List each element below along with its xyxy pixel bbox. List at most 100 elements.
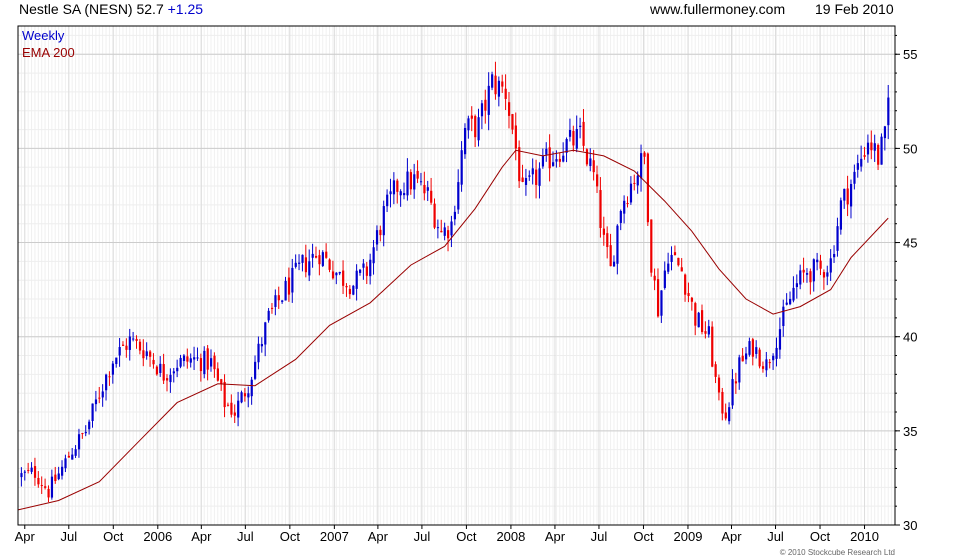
candle-body: [355, 270, 358, 289]
candle-body: [667, 263, 670, 272]
candle: [809, 268, 812, 295]
candle-body: [745, 353, 748, 360]
legend-weekly: Weekly: [22, 28, 65, 43]
candle-body: [700, 310, 704, 333]
candle-body: [690, 297, 694, 302]
candle-body: [98, 397, 101, 399]
candle: [887, 84, 890, 140]
candle-body: [880, 136, 883, 165]
candle-body: [772, 355, 775, 361]
candlestick-chart: 303540455055 Apr Jul Oct 2006 Apr Jul Oct 2007 A…: [15, 25, 917, 557]
candle: [372, 239, 375, 275]
candle-body: [132, 338, 135, 340]
x-tick-label: Oct: [633, 529, 654, 544]
candle-body: [220, 379, 223, 384]
candle-body: [802, 269, 805, 273]
candle: [518, 140, 521, 188]
candle-body: [568, 130, 572, 137]
candle: [491, 71, 494, 91]
candle-body: [386, 194, 389, 207]
candle-body: [497, 80, 501, 97]
candle: [230, 394, 233, 418]
candle-body: [548, 147, 551, 169]
candle: [548, 134, 551, 182]
candle: [531, 158, 534, 185]
candle: [741, 348, 744, 362]
candle: [646, 152, 650, 226]
candle-body: [826, 272, 829, 277]
candle: [281, 299, 284, 304]
candle-body: [111, 363, 115, 375]
candle-body: [562, 155, 565, 162]
candle: [165, 374, 169, 392]
candle-body: [193, 357, 196, 360]
candle-body: [731, 379, 734, 406]
candle-body: [507, 102, 511, 116]
candle: [348, 285, 352, 299]
candle-body: [460, 150, 463, 185]
candle: [656, 268, 660, 318]
candle: [467, 115, 470, 139]
candle: [849, 179, 853, 219]
candle-body: [23, 471, 26, 473]
x-tick-label: 2010: [850, 529, 879, 544]
candle-body: [436, 227, 440, 229]
x-tick-label: 2007: [320, 529, 349, 544]
candle-body: [298, 262, 301, 264]
candle: [355, 264, 358, 301]
candle-body: [640, 153, 643, 179]
candle-body: [724, 412, 727, 419]
candle-body: [447, 230, 450, 239]
candle-body: [54, 474, 57, 482]
candle: [416, 160, 419, 184]
candle-body: [758, 349, 761, 367]
candle-body: [206, 348, 209, 370]
candle-body: [799, 270, 802, 285]
candle-body: [684, 274, 687, 295]
candle-body: [616, 225, 619, 264]
candle-body: [717, 377, 721, 393]
candle-body: [863, 155, 866, 157]
candle-body: [179, 357, 182, 367]
candle: [470, 106, 473, 132]
candle-body: [572, 130, 575, 146]
candle-body: [331, 271, 335, 279]
candle-body: [311, 253, 314, 258]
candle: [690, 296, 694, 311]
candle-body: [223, 381, 226, 408]
candle-body: [101, 391, 104, 398]
candle: [115, 357, 118, 368]
candle-body: [105, 374, 108, 391]
ema200-line: [17, 149, 889, 511]
candle-body: [704, 331, 707, 334]
candle-body: [849, 184, 853, 207]
candle-body: [670, 254, 673, 262]
candle-body: [416, 170, 419, 179]
candle-body: [216, 368, 219, 381]
candle-body: [433, 203, 436, 228]
candle: [447, 225, 450, 252]
candle: [609, 233, 612, 267]
candle-body: [751, 339, 754, 357]
candle-body: [210, 358, 213, 367]
candle-body: [528, 175, 531, 177]
candle-body: [816, 259, 819, 263]
candle-body: [30, 467, 33, 472]
candle-body: [795, 283, 799, 288]
candle: [602, 216, 605, 246]
x-axis: Apr Jul Oct 2006 Apr Jul Oct 2007 Apr Jul Oct 2008 A…: [15, 525, 879, 544]
candle: [216, 362, 219, 382]
candle: [328, 258, 331, 273]
candle: [142, 339, 145, 367]
candle-body: [487, 85, 490, 115]
candle: [399, 189, 402, 207]
candle: [105, 373, 108, 401]
candle: [768, 358, 771, 369]
candle-body: [274, 295, 277, 307]
candle: [538, 162, 541, 199]
candle-body: [379, 229, 382, 236]
candle: [558, 152, 561, 168]
candle: [162, 353, 165, 385]
candle-body: [846, 188, 849, 205]
candle: [734, 372, 738, 394]
